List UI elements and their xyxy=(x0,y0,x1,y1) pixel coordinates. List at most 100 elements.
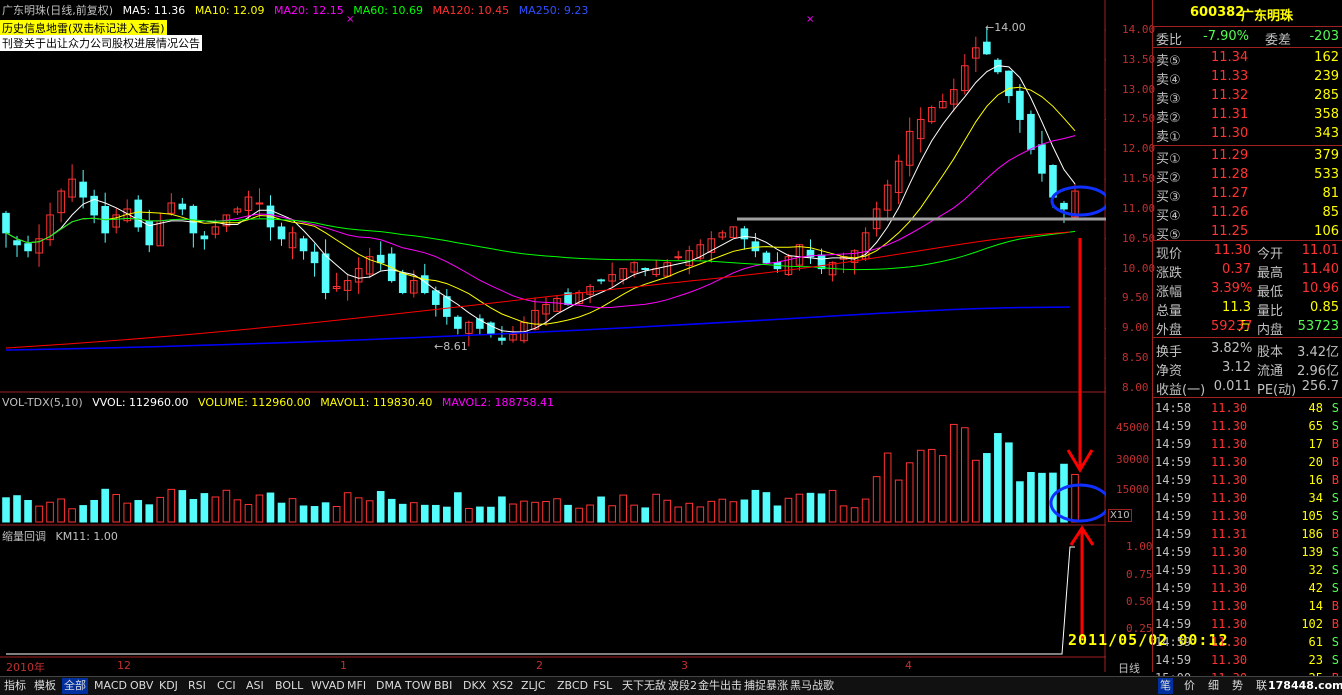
candle[interactable] xyxy=(641,267,650,270)
indicator-tab[interactable]: ZBCD xyxy=(555,678,590,694)
indicator-tab[interactable]: FSL xyxy=(591,678,614,694)
indicator-tab[interactable]: BOLL xyxy=(273,678,305,694)
candle[interactable] xyxy=(1005,70,1013,97)
right-panel-tab[interactable]: 细 xyxy=(1206,678,1221,694)
indicator-tick-label: 1.00 xyxy=(1126,540,1153,553)
indicator-tab[interactable]: TOW xyxy=(403,678,433,694)
right-panel-tab[interactable]: 势 xyxy=(1230,678,1245,694)
indicator-tab[interactable]: ZLJC xyxy=(519,678,548,694)
candle[interactable] xyxy=(1049,165,1057,198)
tick-row: 14:59 11.30 14 B xyxy=(1153,598,1342,616)
ask-volume: 358 xyxy=(1314,107,1339,122)
volume-bar xyxy=(112,493,121,523)
indicator-tab[interactable]: XS2 xyxy=(490,678,516,694)
indicator-tab[interactable]: 模板 xyxy=(32,678,58,694)
volume-bar xyxy=(872,476,881,523)
candle[interactable] xyxy=(178,203,187,210)
candle[interactable] xyxy=(1027,113,1035,150)
candle[interactable] xyxy=(751,241,760,252)
volume-bar xyxy=(57,498,65,523)
indicator-tab[interactable]: BBI xyxy=(432,678,454,694)
candle[interactable] xyxy=(2,212,10,234)
volume-bar xyxy=(894,479,903,523)
kline-chart[interactable]: ←14.00←8.61× × xyxy=(0,0,1106,672)
candle[interactable] xyxy=(24,243,32,252)
indicator-tab[interactable]: 捕捉暴涨 xyxy=(742,678,790,694)
candle[interactable] xyxy=(200,235,209,240)
indicator-header: 缩量回调 KM11: 1.00 xyxy=(2,528,124,544)
quote-value: 0.37 xyxy=(1222,262,1251,277)
tick-volume: 20 xyxy=(1308,455,1323,469)
candle[interactable] xyxy=(1038,144,1046,174)
quote-row: 涨幅 3.39% 最低 10.96 xyxy=(1153,280,1342,300)
candle[interactable] xyxy=(1016,90,1024,120)
candle[interactable] xyxy=(597,279,605,282)
indicator-tab[interactable]: ASI xyxy=(244,678,266,694)
ask-label: 卖② xyxy=(1156,111,1181,126)
low-price-label: ←8.61 xyxy=(434,340,468,353)
candle[interactable] xyxy=(376,254,385,264)
indicator-tab[interactable]: 全部 xyxy=(62,678,88,694)
indicator-tab[interactable]: DMA xyxy=(374,678,404,694)
volume-bar xyxy=(13,495,21,523)
candle[interactable] xyxy=(443,296,451,317)
indicator-tab[interactable]: MFI xyxy=(345,678,368,694)
indicator-tab[interactable]: WVAD xyxy=(309,678,347,694)
tick-time: 14:59 xyxy=(1155,617,1192,631)
volume-bar xyxy=(145,504,154,523)
candle[interactable] xyxy=(13,240,21,246)
candle[interactable] xyxy=(277,226,286,240)
right-panel-tab[interactable]: 笔 xyxy=(1158,678,1173,694)
candle[interactable] xyxy=(255,202,264,205)
candle[interactable] xyxy=(79,181,87,198)
ask-label: 卖④ xyxy=(1156,73,1181,88)
volume-bar xyxy=(619,494,627,523)
indicator-tab[interactable]: RSI xyxy=(186,678,208,694)
indicator-tab[interactable]: CCI xyxy=(215,678,238,694)
volume-bar xyxy=(2,497,10,523)
right-panel-tab[interactable]: 价 xyxy=(1182,678,1197,694)
candle[interactable] xyxy=(321,253,330,294)
tick-row: 14:59 11.30 65 S xyxy=(1153,418,1342,436)
candle[interactable] xyxy=(431,290,440,305)
bid-volume: 85 xyxy=(1322,205,1339,220)
candle[interactable] xyxy=(299,238,308,252)
indicator-tab[interactable]: DKX xyxy=(461,678,488,694)
volume-bar xyxy=(597,496,605,523)
candle[interactable] xyxy=(498,337,506,341)
indicator-name: 缩量回调 xyxy=(2,530,46,543)
date-tick-label: 4 xyxy=(905,659,912,672)
indicator-tab[interactable]: KDJ xyxy=(157,678,180,694)
volume-bar xyxy=(949,423,958,523)
indicator-tab[interactable]: 波段2 xyxy=(666,678,699,694)
tick-volume: 14 xyxy=(1308,599,1323,613)
candle[interactable] xyxy=(674,256,683,259)
tick-row: 14:59 11.30 23 S xyxy=(1153,652,1342,670)
volume-bar xyxy=(476,506,484,523)
indicator-tab[interactable]: 黑马战歌 xyxy=(788,678,836,694)
info-mine-notice[interactable]: 历史信息地雷(双击标记进入查看) xyxy=(0,20,167,36)
candle[interactable] xyxy=(1060,202,1068,210)
volume-bar xyxy=(299,505,308,523)
quote-row: 现价 11.30 今开 11.01 xyxy=(1153,242,1342,262)
candle[interactable] xyxy=(817,254,826,270)
ma10-line xyxy=(5,86,1076,325)
candle[interactable] xyxy=(134,199,143,228)
indicator-tab[interactable]: OBV xyxy=(128,678,155,694)
indicator-tab[interactable]: 金牛出击 xyxy=(696,678,744,694)
candle[interactable] xyxy=(454,316,462,329)
indicator-tab[interactable]: MACD xyxy=(92,678,129,694)
candle[interactable] xyxy=(310,251,319,264)
announcement-notice[interactable]: 刊登关于出让众力公司股权进展情况公告 xyxy=(0,35,202,51)
indicator-tab[interactable]: 天下无敌 xyxy=(620,678,668,694)
period-label[interactable]: 日线 xyxy=(1118,660,1140,676)
tick-side: B xyxy=(1331,437,1339,451)
quote-value: 3.39% xyxy=(1211,281,1253,296)
candle[interactable] xyxy=(762,252,771,264)
tick-time: 14:59 xyxy=(1155,455,1192,469)
tick-volume: 61 xyxy=(1308,635,1323,649)
indicator-tab[interactable]: 指标 xyxy=(2,678,28,694)
ask-price: 11.33 xyxy=(1211,69,1249,84)
candle[interactable] xyxy=(398,272,407,294)
candle[interactable] xyxy=(983,41,991,55)
